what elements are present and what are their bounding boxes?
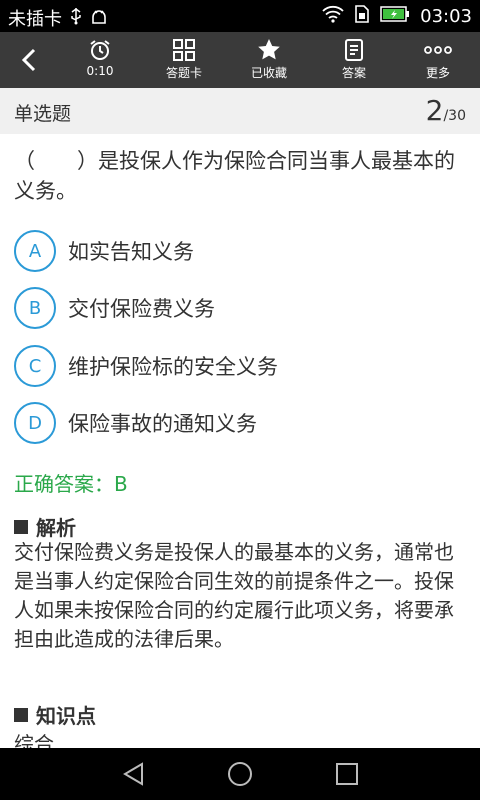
answer-card-button[interactable]: 答题卡 xyxy=(149,32,219,88)
nav-back-button[interactable] xyxy=(120,760,148,788)
square-bullet-icon xyxy=(14,519,28,534)
system-nav-bar xyxy=(0,748,480,800)
usb-icon xyxy=(70,7,82,30)
knowledge-heading: 知识点 xyxy=(14,700,96,729)
carrier-label: 未插卡 xyxy=(8,9,62,30)
option-b-text: 交付保险费义务 xyxy=(68,297,215,321)
star-icon xyxy=(258,39,280,60)
option-d[interactable]: D 保险事故的通知义务 xyxy=(14,400,464,446)
option-a-letter: A xyxy=(14,230,56,272)
answer-card-label: 答题卡 xyxy=(165,66,202,80)
timer-label: 0:10 xyxy=(86,64,114,78)
sim-icon xyxy=(354,5,370,28)
option-a[interactable]: A 如实告知义务 xyxy=(14,228,464,274)
nav-home-button[interactable] xyxy=(226,760,254,788)
answer-label: 答案 xyxy=(341,66,366,80)
more-dots-icon xyxy=(424,46,452,54)
top-toolbar: 0:10 答题卡 已收藏 答案 更多 xyxy=(0,32,480,88)
favorite-label: 已收藏 xyxy=(250,66,287,80)
nav-recents-button[interactable] xyxy=(333,760,361,788)
knowledge-title: 知识点 xyxy=(36,704,96,728)
clock-time: 03:03 xyxy=(420,6,472,27)
circle-home-icon xyxy=(228,762,252,786)
document-icon xyxy=(345,39,363,61)
option-c-letter: C xyxy=(14,345,56,387)
option-c[interactable]: C 维护保险标的安全义务 xyxy=(14,343,464,389)
total-questions: /30 xyxy=(443,108,466,124)
option-a-text: 如实告知义务 xyxy=(68,240,194,264)
option-d-letter: D xyxy=(14,402,56,444)
option-b-letter: B xyxy=(14,287,56,329)
question-header: 单选题 2/30 xyxy=(0,88,480,134)
current-question-number: 2 xyxy=(425,94,444,127)
analysis-heading: 解析 xyxy=(14,512,76,541)
battery-icon xyxy=(380,6,410,27)
status-bar: 未插卡 03:03 xyxy=(0,0,480,32)
back-button[interactable] xyxy=(14,44,46,76)
android-debug-icon xyxy=(90,7,108,30)
triangle-back-icon xyxy=(123,762,143,786)
grid-icon xyxy=(173,39,195,61)
timer-button[interactable]: 0:10 xyxy=(65,32,135,88)
analysis-title: 解析 xyxy=(36,516,76,540)
option-c-text: 维护保险标的安全义务 xyxy=(68,355,278,379)
option-d-text: 保险事故的通知义务 xyxy=(68,412,257,436)
more-button[interactable]: 更多 xyxy=(403,32,473,88)
answer-button[interactable]: 答案 xyxy=(319,32,389,88)
more-label: 更多 xyxy=(425,66,450,80)
alarm-clock-icon xyxy=(90,40,110,60)
option-b[interactable]: B 交付保险费义务 xyxy=(14,285,464,331)
correct-answer: 正确答案：B xyxy=(14,472,128,496)
square-bullet-icon xyxy=(14,707,28,722)
analysis-text: 交付保险费义务是投保人的最基本的义务，通常也是当事人约定保险合同生效的前提条件之… xyxy=(14,540,454,651)
question-counter: 2/30 xyxy=(426,94,466,127)
question-type: 单选题 xyxy=(14,103,72,125)
wifi-icon xyxy=(322,5,344,28)
favorite-button[interactable]: 已收藏 xyxy=(234,32,304,88)
square-recents-icon xyxy=(336,763,358,785)
question-text: （ ）是投保人作为保险合同当事人最基本的义务。 xyxy=(14,149,455,203)
